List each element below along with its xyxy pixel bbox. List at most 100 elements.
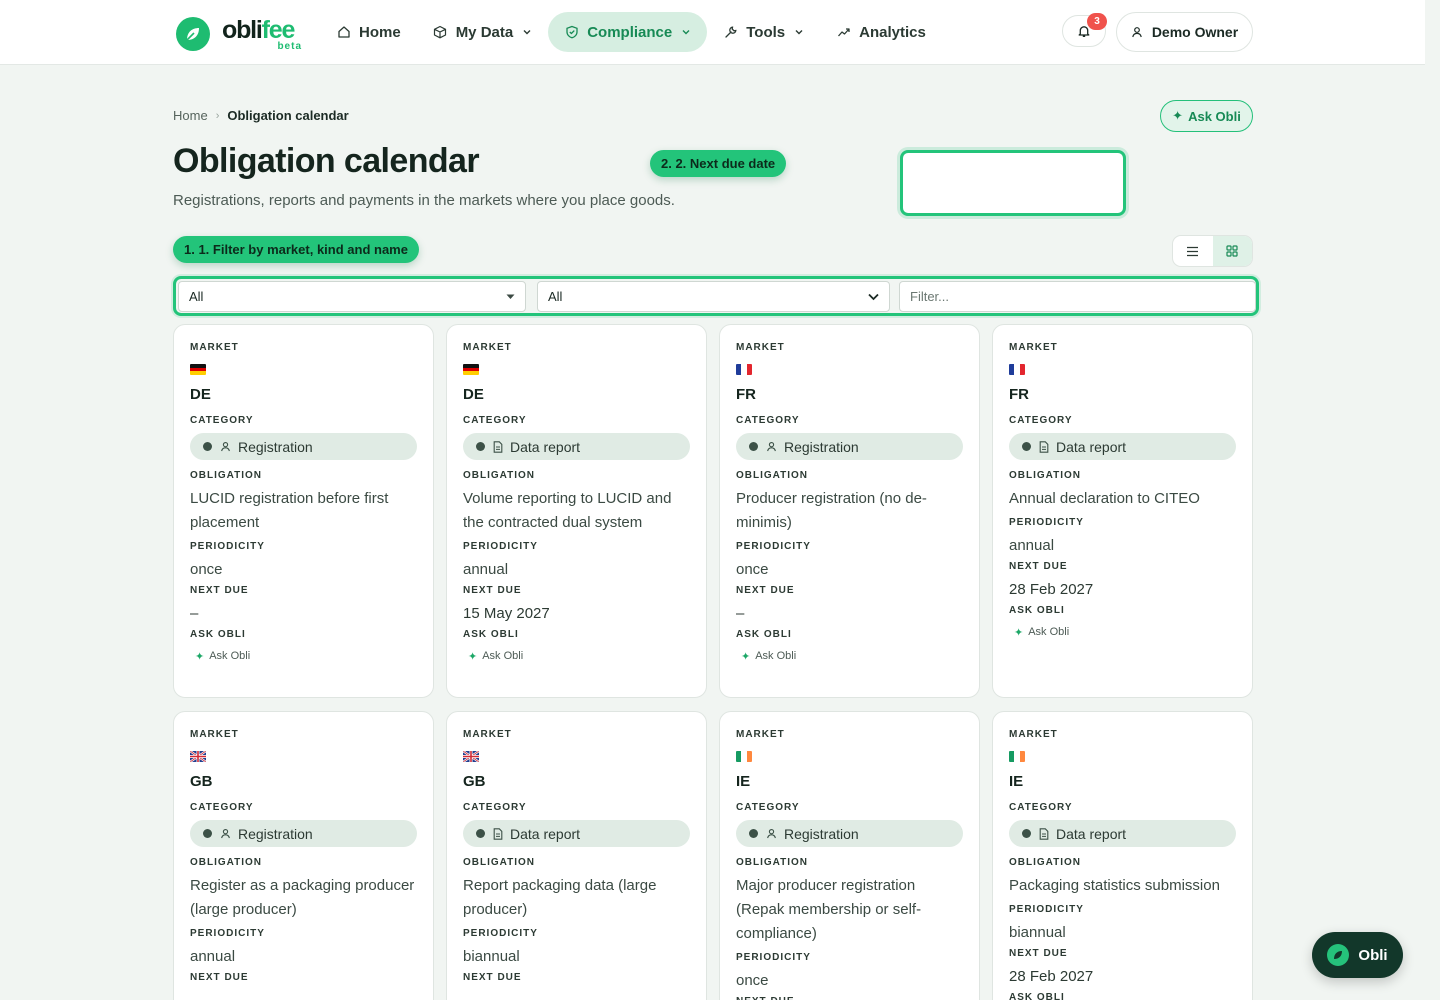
- user-menu-button[interactable]: Demo Owner: [1116, 12, 1253, 52]
- category-chip: Data report: [463, 433, 690, 460]
- obligation-text: Register as a packaging producer (large …: [190, 877, 415, 918]
- card-ask-obli-link[interactable]: ✦ Ask Obli: [463, 648, 690, 664]
- document-icon: [1039, 440, 1049, 453]
- notifications-button[interactable]: 3: [1062, 13, 1107, 47]
- periodicity-value: once: [736, 972, 769, 989]
- obligation-card[interactable]: MARKET IE CATEGORY Data report OBLIGATION Pac…: [992, 711, 1253, 1000]
- card-ask-obli-link[interactable]: ✦ Ask Obli: [1009, 624, 1236, 640]
- market-label: MARKET: [1009, 342, 1058, 353]
- market-code: GB: [463, 773, 486, 790]
- market-label: MARKET: [190, 342, 239, 353]
- obligation-card[interactable]: MARKET GB CATEGORY Registration OBLIGATION Re…: [173, 711, 434, 1000]
- grid-view-button[interactable]: [1212, 236, 1252, 266]
- category-value: Data report: [510, 825, 581, 842]
- obligation-card[interactable]: MARKET IE CATEGORY Registration OBLIGATION Ma…: [719, 711, 980, 1000]
- obligation-text: Producer registration (no de-minimis): [736, 490, 927, 531]
- tour-step-next-due[interactable]: 2. 2. Next due date: [650, 150, 787, 177]
- home-icon: [336, 25, 351, 40]
- periodicity-label: PERIODICITY: [190, 541, 265, 552]
- status-dot: [1022, 442, 1031, 451]
- category-chip: Registration: [190, 433, 417, 460]
- obligation-card[interactable]: MARKET DE CATEGORY Data report OBLIGATION Vol…: [446, 324, 707, 698]
- notification-count-badge: 3: [1087, 13, 1107, 30]
- tour-highlight-box: [900, 150, 1126, 216]
- user-icon: [220, 441, 231, 452]
- sparkle-icon: ✦: [1014, 626, 1024, 639]
- periodicity-value: once: [736, 561, 769, 578]
- category-value: Data report: [1056, 825, 1127, 842]
- market-code: GB: [190, 773, 213, 790]
- obligation-card[interactable]: MARKET FR CATEGORY Data report OBLIGATION Ann…: [992, 324, 1253, 698]
- next-due-label: NEXT DUE: [1009, 948, 1068, 959]
- category-chip: Data report: [463, 820, 690, 847]
- nav-analytics[interactable]: Analytics: [820, 12, 942, 52]
- tour-step-filter[interactable]: 1. 1. Filter by market, kind and name: [173, 236, 419, 263]
- name-filter-input[interactable]: [899, 281, 1256, 312]
- sparkle-icon: ✦: [1172, 108, 1184, 123]
- category-value: Registration: [238, 438, 313, 455]
- document-icon: [493, 440, 503, 453]
- flag-ie-icon: [1009, 751, 1025, 762]
- flag-fr-icon: [1009, 364, 1025, 375]
- card-ask-obli-link[interactable]: ✦ Ask Obli: [190, 648, 417, 664]
- periodicity-label: PERIODICITY: [736, 541, 811, 552]
- document-icon: [1039, 827, 1049, 840]
- next-due-label: NEXT DUE: [736, 995, 963, 1000]
- market-select[interactable]: All: [178, 281, 526, 312]
- market-code: IE: [736, 773, 751, 790]
- market-label: MARKET: [736, 729, 785, 740]
- flag-ie-icon: [736, 751, 752, 762]
- category-label: CATEGORY: [736, 415, 800, 426]
- market-code: FR: [736, 386, 756, 403]
- status-dot: [749, 829, 758, 838]
- flag-de-icon: [463, 364, 479, 375]
- nav-compliance[interactable]: Compliance: [548, 12, 708, 52]
- obligation-card[interactable]: MARKET FR CATEGORY Registration OBLIGATION Pr…: [719, 324, 980, 698]
- obligation-label: OBLIGATION: [736, 470, 809, 481]
- status-dot: [203, 829, 212, 838]
- periodicity-value: biannual: [463, 948, 520, 965]
- ask-obli-label: ASK OBLI: [736, 629, 792, 640]
- ask-obli-button[interactable]: ✦ Ask Obli: [1160, 100, 1253, 132]
- obligation-card[interactable]: MARKET GB CATEGORY Data report OBLIGATION Rep…: [446, 711, 707, 1000]
- obligation-text: Report packaging data (large producer): [463, 877, 657, 918]
- obligation-label: OBLIGATION: [463, 857, 536, 868]
- brand-logo[interactable]: oblifee beta: [176, 14, 302, 54]
- flag-gb-icon: [190, 751, 206, 762]
- next-due-label: NEXT DUE: [190, 972, 249, 983]
- category-value: Data report: [1056, 438, 1127, 455]
- breadcrumb-home-link[interactable]: Home: [173, 108, 208, 123]
- leaf-icon: [1327, 944, 1350, 966]
- category-label: CATEGORY: [463, 415, 527, 426]
- obli-chat-button[interactable]: Obli: [1312, 932, 1403, 978]
- periodicity-label: PERIODICITY: [1009, 517, 1084, 528]
- card-ask-obli-link[interactable]: ✦ Ask Obli: [736, 648, 963, 664]
- ask-obli-label: ASK OBLI: [463, 629, 519, 640]
- flag-de-icon: [190, 364, 206, 375]
- market-label: MARKET: [463, 342, 512, 353]
- breadcrumb-current: Obligation calendar: [227, 108, 349, 123]
- ask-obli-label: ASK OBLI: [1009, 605, 1065, 616]
- periodicity-value: annual: [190, 948, 236, 965]
- list-view-button[interactable]: [1173, 236, 1213, 266]
- nav-my-data[interactable]: My Data: [417, 12, 549, 52]
- status-dot: [749, 442, 758, 451]
- user-icon: [1131, 26, 1143, 38]
- shield-icon: [564, 25, 579, 40]
- kind-select[interactable]: All: [537, 281, 890, 312]
- next-due-label: NEXT DUE: [463, 972, 522, 983]
- category-label: CATEGORY: [190, 802, 254, 813]
- market-code: IE: [1009, 773, 1024, 790]
- market-label: MARKET: [736, 342, 785, 353]
- nav-home[interactable]: Home: [320, 12, 417, 52]
- category-chip: Data report: [1009, 433, 1236, 460]
- next-due-label: NEXT DUE: [463, 585, 522, 596]
- category-chip: Registration: [190, 820, 417, 847]
- obligation-text: Major producer registration (Repak membe…: [736, 877, 922, 942]
- periodicity-value: biannual: [1009, 924, 1066, 941]
- obligation-card[interactable]: MARKET DE CATEGORY Registration OBLIGATION LU…: [173, 324, 434, 698]
- list-icon: [1186, 246, 1199, 257]
- obligation-label: OBLIGATION: [463, 470, 536, 481]
- nav-tools[interactable]: Tools: [707, 12, 820, 52]
- obligation-text: Volume reporting to LUCID and the contra…: [463, 490, 672, 531]
